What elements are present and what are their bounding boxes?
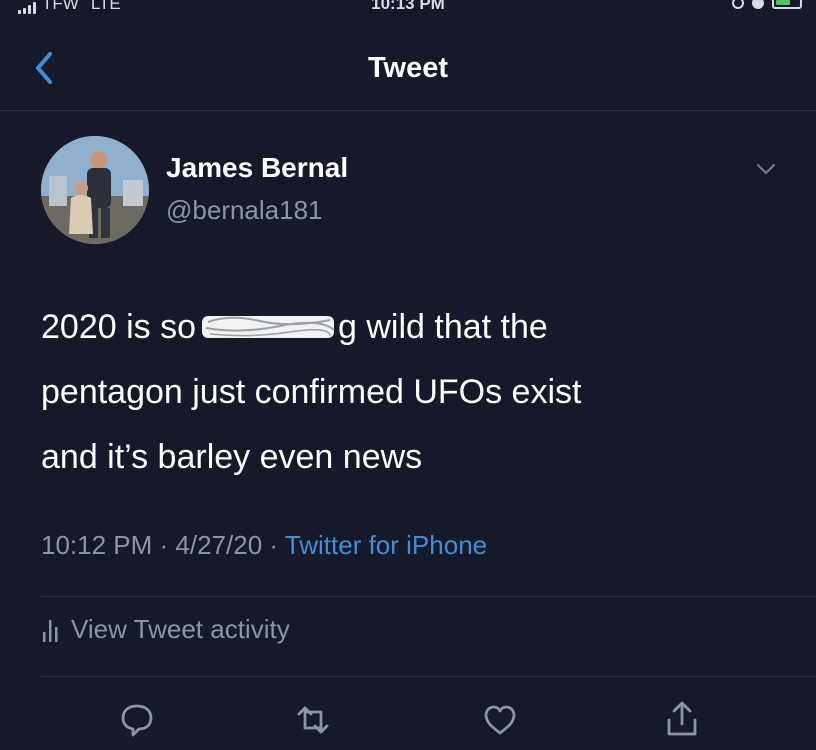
- action-bar: [0, 690, 816, 750]
- tweet-source-link[interactable]: Twitter for iPhone: [285, 530, 487, 560]
- retweet-icon: [297, 706, 329, 734]
- avatar[interactable]: [41, 136, 149, 244]
- battery-icon: [772, 0, 802, 9]
- page-title: Tweet: [367, 52, 449, 84]
- tweet-line-3: and it’s barley even news: [41, 438, 423, 476]
- status-right: [732, 0, 802, 9]
- share-icon: [667, 701, 697, 736]
- author-name[interactable]: James Bernal: [166, 152, 348, 184]
- meta-separator: ·: [152, 530, 176, 560]
- bar-chart-icon: [43, 619, 58, 642]
- share-button[interactable]: [660, 698, 704, 742]
- status-time: 10:13 PM: [371, 0, 445, 13]
- tweet-meta: 10:12 PM · 4/27/20 · Twitter for iPhone: [41, 530, 487, 561]
- reply-button[interactable]: [115, 698, 159, 742]
- redaction-scribble: [200, 299, 340, 338]
- view-tweet-activity-button[interactable]: View Tweet activity: [41, 614, 290, 645]
- tweet-line-2: pentagon just confirmed UFOs exist: [41, 373, 582, 411]
- nav-bar: Tweet: [0, 22, 816, 111]
- divider: [41, 596, 816, 597]
- author-handle[interactable]: @bernala181: [166, 195, 323, 226]
- tweet-line-1: 2020 is so g wild that the: [41, 295, 781, 360]
- tweet-time: 10:12 PM: [41, 530, 153, 560]
- like-button[interactable]: [478, 698, 522, 742]
- tweet-text-part: 2020 is so: [41, 308, 196, 346]
- more-options-button[interactable]: [752, 158, 780, 180]
- heart-icon: [484, 705, 516, 735]
- speech-bubble-icon: [121, 704, 153, 737]
- status-bar: TFW LTE 10:13 PM: [0, 0, 816, 22]
- divider: [41, 676, 816, 677]
- avatar-photo: [41, 136, 149, 244]
- meta-separator: ·: [262, 530, 285, 560]
- tweet-text: 2020 is so g wild that the pentagon just…: [41, 295, 781, 490]
- retweet-button[interactable]: [291, 698, 335, 742]
- rotation-lock-icon: [732, 0, 744, 9]
- alarm-icon: [752, 0, 764, 9]
- tweet-date: 4/27/20: [175, 530, 263, 560]
- chevron-down-icon: [756, 163, 776, 175]
- activity-label: View Tweet activity: [71, 614, 290, 644]
- tweet-text-part: g wild that the: [338, 308, 548, 346]
